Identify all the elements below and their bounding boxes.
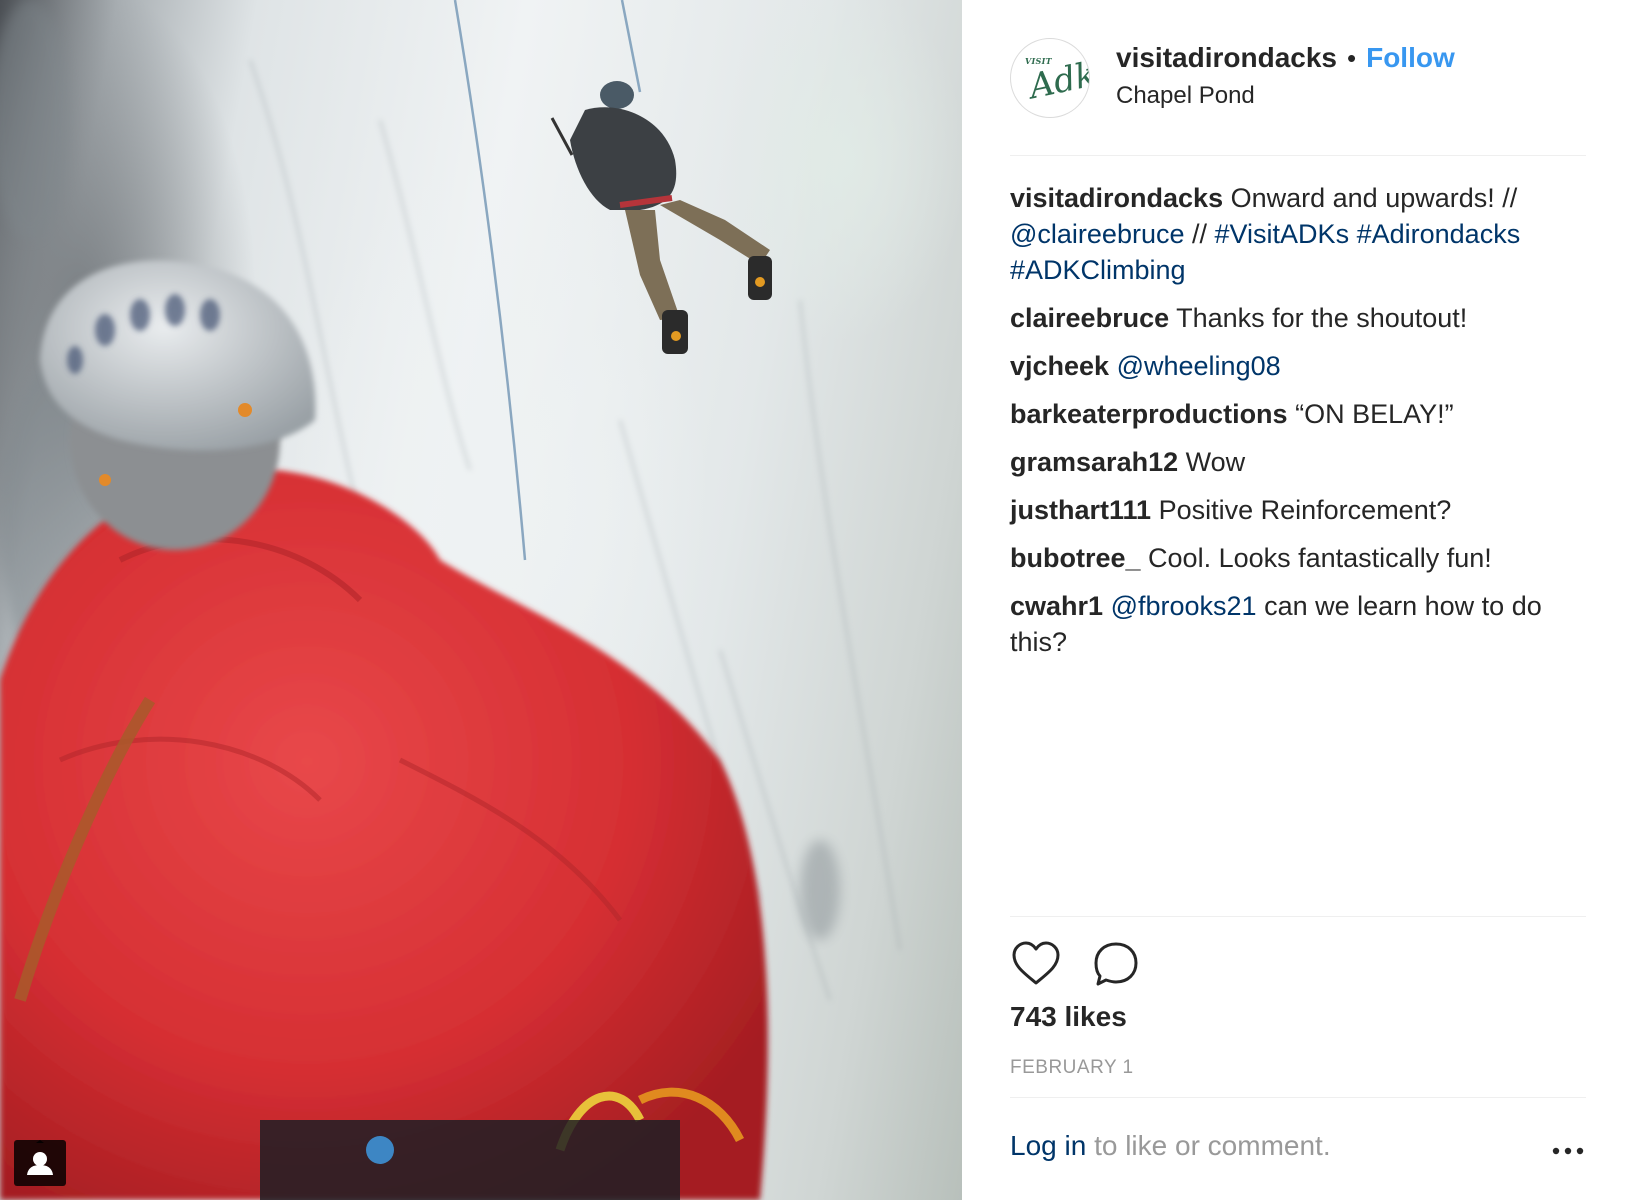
mention-link[interactable]: @claireebruce bbox=[1010, 219, 1185, 249]
ice-climbing-photo bbox=[0, 0, 902, 1200]
comments-list: visitadirondacks Onward and upwards! // … bbox=[1010, 180, 1586, 672]
comment-item: claireebruce Thanks for the shoutout! bbox=[1010, 300, 1586, 336]
comment-username[interactable]: justhart111 bbox=[1010, 495, 1151, 525]
action-bar: 743 likes FEBRUARY 1 bbox=[1010, 916, 1586, 1098]
person-tag-icon bbox=[27, 1140, 53, 1175]
comment-text: Cool. Looks fantastically fun! bbox=[1148, 543, 1492, 573]
mention-link[interactable]: @fbrooks21 bbox=[1111, 591, 1257, 621]
comment-item: cwahr1 @fbrooks21 can we learn how to do… bbox=[1010, 588, 1586, 660]
speech-bubble-icon bbox=[1094, 942, 1138, 986]
comment-item: barkeaterproductions “ON BELAY!” bbox=[1010, 396, 1586, 432]
comment-text: Onward and upwards! // bbox=[1230, 183, 1518, 213]
comment-username[interactable]: gramsarah12 bbox=[1010, 447, 1178, 477]
login-link[interactable]: Log in bbox=[1010, 1130, 1086, 1161]
more-options-button[interactable] bbox=[1550, 1136, 1586, 1166]
login-prompt-text: to like or comment. bbox=[1086, 1130, 1331, 1161]
comment-item: visitadirondacks Onward and upwards! // … bbox=[1010, 180, 1586, 288]
header-user-row: visitadirondacks • Follow bbox=[1116, 42, 1455, 74]
user-tag-button[interactable] bbox=[14, 1140, 66, 1186]
post-footer: Log in to like or comment. bbox=[1010, 1130, 1586, 1174]
post-date[interactable]: FEBRUARY 1 bbox=[1010, 1057, 1134, 1079]
comment-username[interactable]: cwahr1 bbox=[1010, 591, 1103, 621]
hashtag-link[interactable]: #Adirondacks bbox=[1357, 219, 1521, 249]
comment-item: bubotree_ Cool. Looks fantastically fun! bbox=[1010, 540, 1586, 576]
comment-text: Thanks for the shoutout! bbox=[1176, 303, 1468, 333]
location-link[interactable]: Chapel Pond bbox=[1116, 82, 1255, 110]
belayer-figure bbox=[0, 260, 768, 1200]
comment-item: justhart111 Positive Reinforcement? bbox=[1010, 492, 1586, 528]
separator-dot: • bbox=[1346, 42, 1357, 73]
hashtag-link[interactable]: #VisitADKs bbox=[1215, 219, 1350, 249]
comment-username[interactable]: bubotree_ bbox=[1010, 543, 1141, 573]
comment-item: vjcheek @wheeling08 bbox=[1010, 348, 1586, 384]
comment-text: Positive Reinforcement? bbox=[1158, 495, 1452, 525]
mention-link[interactable]: @wheeling08 bbox=[1117, 351, 1281, 381]
like-button[interactable] bbox=[1010, 939, 1062, 991]
heart-outline-icon bbox=[1012, 941, 1060, 985]
likes-count[interactable]: 743 likes bbox=[1010, 1001, 1127, 1033]
comment-button[interactable] bbox=[1090, 939, 1142, 991]
comment-username[interactable]: visitadirondacks bbox=[1010, 183, 1223, 213]
comment-username[interactable]: vjcheek bbox=[1010, 351, 1109, 381]
follow-button[interactable]: Follow bbox=[1366, 42, 1455, 74]
comment-text bbox=[1349, 219, 1357, 249]
username-link[interactable]: visitadirondacks bbox=[1116, 42, 1337, 74]
comment-text: // bbox=[1184, 219, 1215, 249]
post-photo[interactable] bbox=[0, 0, 962, 1200]
hashtag-link[interactable]: #ADKClimbing bbox=[1010, 255, 1186, 285]
ellipsis-icon bbox=[1552, 1147, 1584, 1155]
climber-figure bbox=[550, 81, 772, 354]
comment-item: gramsarah12 Wow bbox=[1010, 444, 1586, 480]
comment-text: Wow bbox=[1185, 447, 1246, 477]
post-sidebar: VISIT Adks visitadirondacks • Follow Cha… bbox=[962, 0, 1628, 1200]
instagram-post: VISIT Adks visitadirondacks • Follow Cha… bbox=[0, 0, 1628, 1200]
avatar[interactable]: VISIT Adks bbox=[1010, 38, 1090, 118]
comment-text: “ON BELAY!” bbox=[1295, 399, 1454, 429]
comment-username[interactable]: barkeaterproductions bbox=[1010, 399, 1288, 429]
comment-username[interactable]: claireebruce bbox=[1010, 303, 1169, 333]
